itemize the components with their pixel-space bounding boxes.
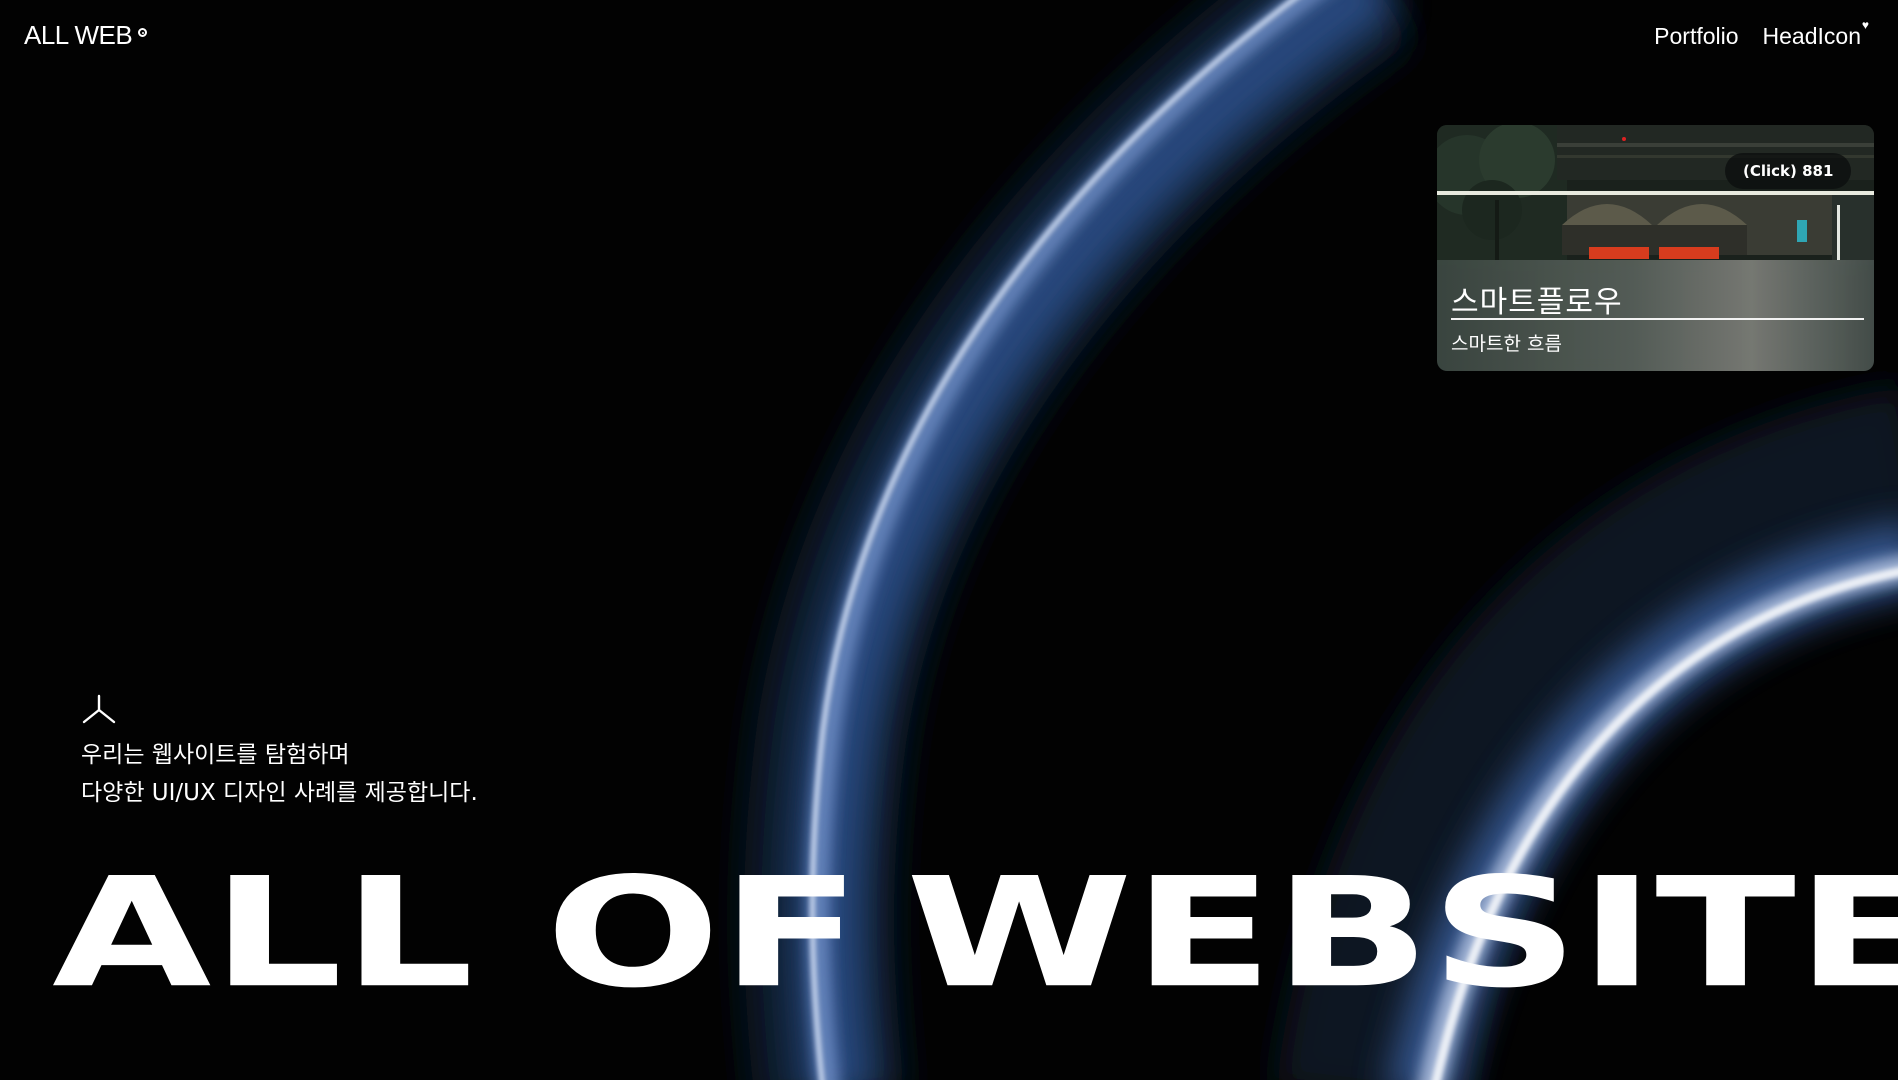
site-logo[interactable]: ALL WEB	[24, 20, 148, 51]
project-card[interactable]: 스마트플로우 스마트한 흐름 (Click) 881	[1437, 125, 1874, 371]
card-subtitle: 스마트한 흐름	[1451, 333, 1562, 355]
card-divider	[1451, 318, 1864, 320]
hero-word-all-of: ALL OF	[52, 845, 862, 1022]
card-title: 스마트플로우	[1451, 285, 1623, 320]
intro-text-line-2: 다양한 UI/UX 디자인 사례를 제공합니다.	[81, 780, 478, 806]
hero-word-website: WEBSITE	[905, 845, 1898, 1022]
top-nav: Portfolio HeadIcon ♥	[1654, 19, 1869, 50]
logo-text: ALL WEB	[24, 20, 133, 50]
night-station-photo	[1437, 125, 1874, 265]
heart-icon: ♥	[1861, 18, 1869, 32]
hero-heading: ALL OF WEBSITE	[52, 858, 1898, 1009]
nav-headicon-link[interactable]: HeadIcon ♥	[1762, 19, 1869, 50]
click-count-badge[interactable]: (Click) 881	[1725, 153, 1852, 189]
nav-headicon-label: HeadIcon	[1762, 23, 1861, 49]
logo-dot-icon	[138, 28, 148, 37]
intro-text-line-1: 우리는 웹사이트를 탐험하며	[81, 742, 350, 768]
branch-icon	[82, 694, 116, 724]
nav-portfolio-link[interactable]: Portfolio	[1654, 23, 1738, 50]
